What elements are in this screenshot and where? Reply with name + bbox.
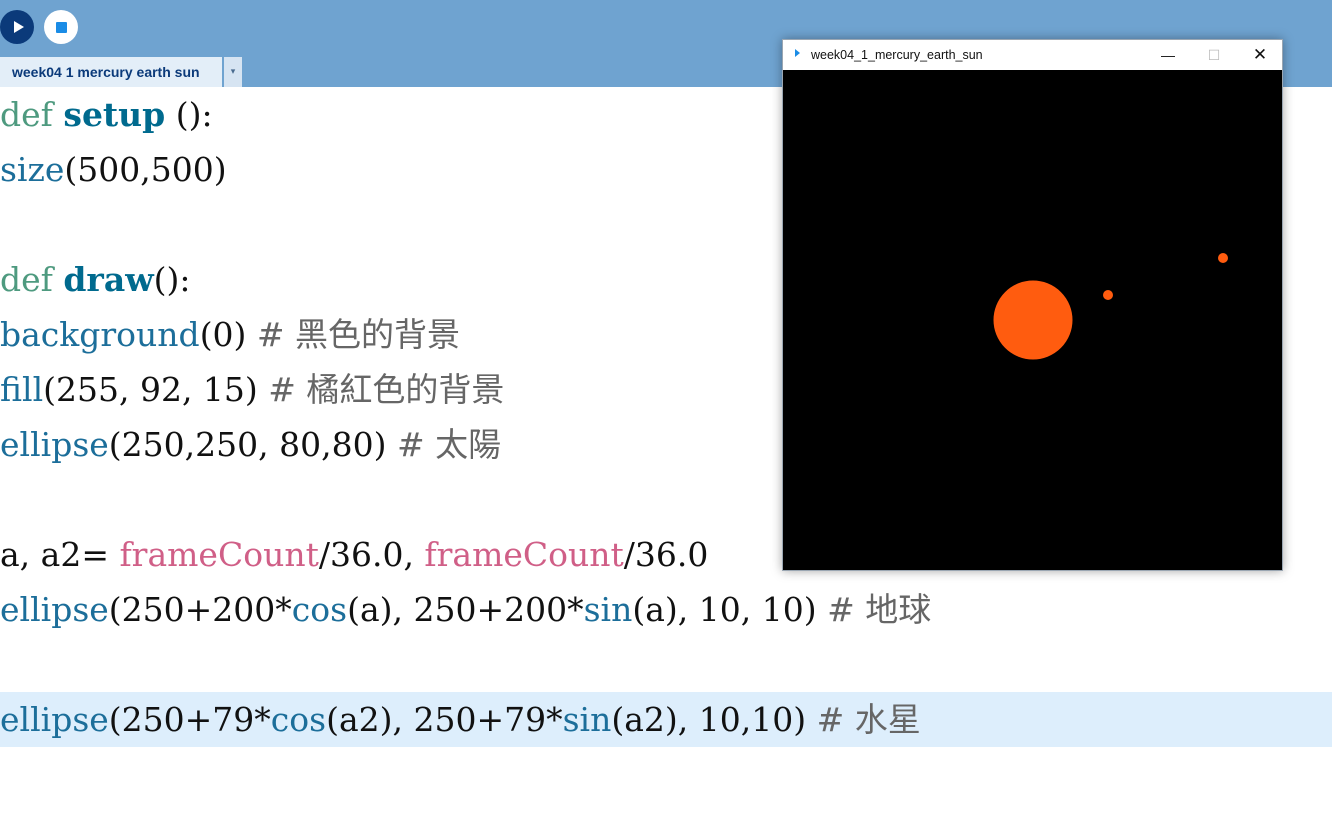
close-icon[interactable]: ✕ (1237, 40, 1283, 70)
tab-menu-chevron-down-icon[interactable]: ▾ (224, 57, 242, 87)
code-line-12-current: ellipse(250+79*cos(a2), 250+79*sin(a2), … (0, 692, 1332, 747)
code-line-10: ellipse(250+200*cos(a), 250+200*sin(a), … (0, 590, 932, 629)
processing-app-icon (795, 49, 800, 57)
sketch-canvas[interactable] (783, 70, 1282, 570)
mercury-circle (1103, 290, 1113, 300)
sketch-window-title: week04_1_mercury_earth_sun (811, 48, 983, 62)
stop-button[interactable] (44, 10, 78, 44)
play-icon (13, 21, 24, 33)
earth-circle (1218, 253, 1228, 263)
tab-sketch[interactable]: week04 1 mercury earth sun (0, 57, 222, 87)
minimize-icon[interactable]: — (1145, 40, 1191, 70)
stop-icon (55, 21, 67, 33)
maximize-icon[interactable]: ☐ (1191, 40, 1237, 70)
sketch-titlebar[interactable]: week04_1_mercury_earth_sun — ☐ ✕ (783, 40, 1282, 70)
sketch-window[interactable]: week04_1_mercury_earth_sun — ☐ ✕ (782, 39, 1283, 571)
scene-svg (783, 70, 1282, 570)
sun-circle (992, 279, 1074, 361)
run-button[interactable] (0, 10, 34, 44)
